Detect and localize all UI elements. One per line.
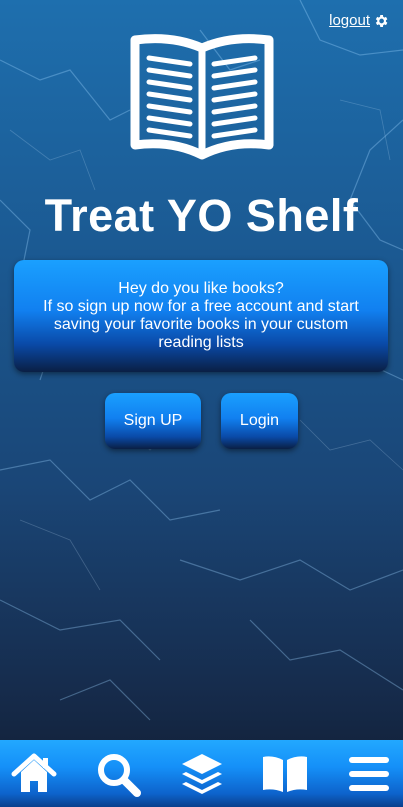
nav-book[interactable] [259, 748, 311, 800]
nav-lists[interactable] [176, 748, 228, 800]
gear-icon [375, 14, 388, 27]
nav-home[interactable] [8, 748, 60, 800]
app-title: Treat YO Shelf [44, 190, 359, 241]
signup-button[interactable]: Sign UP [105, 393, 201, 449]
nav-search[interactable] [92, 748, 144, 800]
menu-icon [349, 756, 389, 791]
home-icon [11, 753, 57, 792]
login-button[interactable]: Login [221, 393, 298, 449]
search-icon [97, 753, 141, 797]
promo-text: Hey do you like books? If so sign up now… [43, 280, 359, 351]
bottom-navbar [0, 740, 403, 807]
book-icon [263, 755, 308, 792]
open-book-icon [130, 34, 274, 160]
layers-icon [181, 753, 222, 794]
promo-card: Hey do you like books? If so sign up now… [14, 260, 388, 372]
nav-menu[interactable] [343, 748, 395, 800]
logout-label: logout [329, 12, 370, 29]
logout-link[interactable]: logout [329, 12, 389, 29]
